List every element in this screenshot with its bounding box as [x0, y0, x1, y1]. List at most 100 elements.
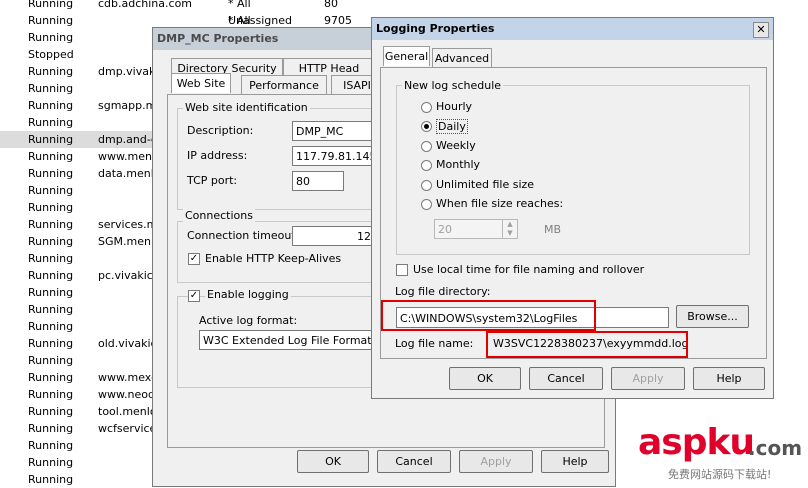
local-time-checkbox[interactable] [396, 264, 408, 276]
radio-weekly[interactable] [421, 141, 432, 152]
list-item[interactable]: Running [0, 471, 160, 488]
list-item[interactable]: Running [0, 284, 160, 301]
watermark-tld: .com [748, 436, 803, 460]
radio-hourly[interactable] [421, 102, 432, 113]
unlimited-label: Unlimited file size [436, 178, 535, 191]
logging-cancel-button[interactable]: Cancel [529, 367, 603, 390]
site-apply-button[interactable]: Apply [459, 450, 533, 473]
radio-monthly[interactable] [421, 160, 432, 171]
enable-logging-checkbox[interactable]: ✓ [188, 290, 200, 302]
list-status: Running [28, 405, 74, 418]
logging-dialog-title[interactable]: Logging Properties [372, 18, 773, 40]
identification-legend: Web site identification [183, 101, 310, 114]
list-item[interactable]: Running [0, 199, 160, 216]
list-status: Running [28, 303, 74, 316]
list-status: Running [28, 218, 74, 231]
list-status: Running [28, 201, 74, 214]
list-item[interactable]: Running [0, 29, 160, 46]
daily-label: Daily [436, 119, 468, 134]
aspku-watermark-logo: aspku .com 免费网站源码下载站! [638, 422, 808, 485]
log-format-select[interactable]: W3C Extended Log File Format [199, 330, 379, 350]
radio-daily[interactable] [421, 121, 432, 132]
ip-label: IP address: [187, 149, 248, 162]
site-ok-button[interactable]: OK [297, 450, 369, 473]
connection-timeout-field[interactable]: 120 [292, 226, 382, 246]
list-item[interactable]: Running dmp.and-c [0, 131, 160, 148]
schedule-legend: New log schedule [402, 79, 504, 92]
list-status: Running [28, 354, 74, 367]
site-cancel-button[interactable]: Cancel [377, 450, 451, 473]
list-item[interactable]: Running* All Unassigned *9705 [0, 12, 352, 61]
tcp-port-label: TCP port: [187, 174, 238, 187]
browse-button[interactable]: Browse... [676, 305, 749, 328]
list-host: www.neod [98, 388, 155, 401]
logging-help-button[interactable]: Help [693, 367, 765, 390]
list-item[interactable]: Running old.vivakic [0, 335, 160, 352]
list-item[interactable]: Running [0, 318, 160, 335]
tab-performance[interactable]: Performance [241, 75, 327, 95]
weekly-label: Weekly [436, 139, 476, 152]
tab-web-site[interactable]: Web Site [171, 73, 231, 93]
list-status: Running [28, 269, 74, 282]
spinner-arrows[interactable]: ▲ ▼ [502, 220, 517, 238]
list-item[interactable]: Running services.m [0, 216, 160, 233]
monthly-label: Monthly [436, 158, 481, 171]
list-status: Running [28, 99, 74, 112]
size-unit-label: MB [544, 223, 562, 236]
list-status: Running [28, 473, 74, 486]
log-directory-label: Log file directory: [395, 285, 491, 298]
log-filename-label: Log file name: [395, 337, 474, 350]
list-status: Running [28, 439, 74, 452]
list-status: Running [28, 252, 74, 265]
list-item[interactable]: Runningcdb.adchina.com* All Unassigned *… [0, 0, 338, 44]
list-item[interactable]: Running [0, 454, 160, 471]
list-item[interactable]: Running [0, 80, 160, 97]
keepalive-checkbox[interactable]: ✓ [188, 253, 200, 265]
list-item[interactable]: Running [0, 437, 160, 454]
list-status: Running [28, 388, 74, 401]
list-item[interactable]: Running [0, 301, 160, 318]
connection-timeout-label: Connection timeout: [187, 229, 300, 242]
list-host: wcfservice [98, 422, 157, 435]
list-host: cdb.adchina.com [98, 0, 193, 10]
list-status: Running [28, 235, 74, 248]
list-item[interactable]: Running tool.menlo [0, 403, 160, 420]
site-help-button[interactable]: Help [541, 450, 609, 473]
watermark-brand: aspku [638, 422, 755, 463]
list-item[interactable]: Running pc.vivakich [0, 267, 160, 284]
list-item[interactable]: Running www.neod [0, 386, 160, 403]
list-status: Running [28, 133, 74, 146]
list-status: Running [28, 456, 74, 469]
list-status: Running [28, 184, 74, 197]
tab-general[interactable]: General [383, 46, 430, 66]
list-host: old.vivakic [98, 337, 157, 350]
list-host: www.mexc [98, 371, 158, 384]
description-label: Description: [187, 124, 254, 137]
list-host: tool.menlo [98, 405, 157, 418]
list-item[interactable]: Running [0, 114, 160, 131]
keepalive-label: Enable HTTP Keep-Alives [205, 252, 342, 265]
list-item[interactable]: Running data.menlo [0, 165, 161, 182]
list-item[interactable]: Running [0, 352, 160, 369]
tcp-port-field[interactable]: 80 [292, 171, 344, 191]
list-item[interactable]: Running www.mexc [0, 369, 160, 386]
connections-legend: Connections [183, 209, 255, 222]
list-item[interactable]: Running wcfservice [0, 420, 160, 437]
hourly-label: Hourly [436, 100, 473, 113]
tab-advanced[interactable]: Advanced [432, 48, 492, 68]
local-time-label: Use local time for file naming and rollo… [413, 263, 645, 276]
list-item[interactable]: Running [0, 182, 160, 199]
logging-ok-button[interactable]: OK [449, 367, 521, 390]
list-item[interactable]: Running [0, 250, 160, 267]
list-item[interactable]: Running www.menlo [0, 148, 162, 165]
list-port: 80 [324, 0, 338, 10]
radio-unlimited[interactable] [421, 180, 432, 191]
list-host: services.m [98, 218, 158, 231]
list-item[interactable]: Running dmp.vivaki [0, 63, 160, 80]
list-item[interactable]: Running SGM.menlo [0, 233, 161, 250]
list-item[interactable]: Running sgmapp.me [0, 97, 163, 114]
list-item[interactable]: Stopped [0, 46, 160, 63]
logging-apply-button[interactable]: Apply [611, 367, 685, 390]
close-icon[interactable]: ✕ [753, 22, 769, 38]
radio-size-limit[interactable] [421, 199, 432, 210]
